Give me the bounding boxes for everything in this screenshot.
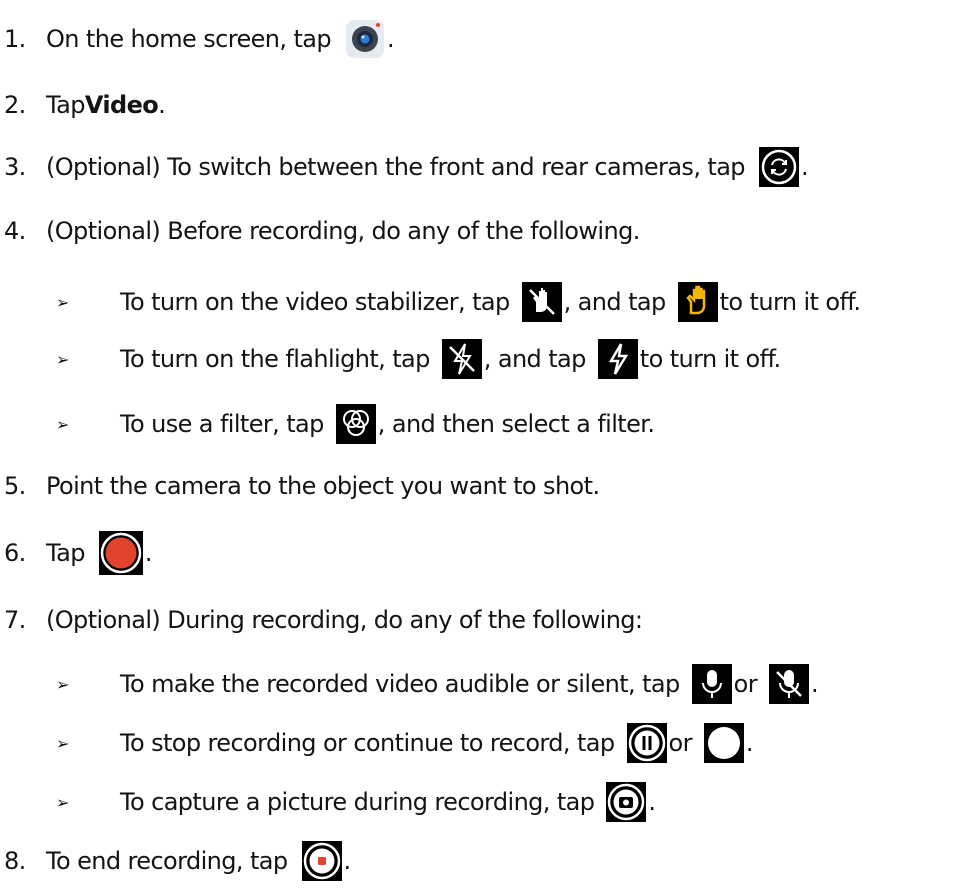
step-5: 5. Point the camera to the object you wa… (0, 461, 600, 511)
step-text: (Optional) To switch between the front a… (46, 153, 746, 181)
bullet-text-end: to turn it off. (639, 345, 781, 373)
step-text: Tap (46, 91, 85, 119)
step-number: 8. (4, 847, 26, 875)
bullet-marker: ➢ (56, 414, 69, 434)
step-7: 7. (Optional) During recording, do any o… (0, 595, 643, 645)
bullet-text: To turn on the video stabilizer, tap (120, 288, 510, 316)
step-4-bullet-3: ➢ To use a filter, tap , and then select… (46, 399, 655, 449)
microphone-muted-icon (769, 664, 810, 704)
bullet-text-mid: or (733, 670, 758, 698)
bullet-marker: ➢ (56, 733, 69, 753)
step-6: 6. Tap . (0, 528, 152, 578)
video-label: Video (84, 91, 159, 119)
bullet-text-end: . (745, 729, 754, 757)
step-4-bullet-1: ➢ To turn on the video stabilizer, tap ,… (46, 277, 861, 327)
step-text: (Optional) Before recording, do any of t… (46, 217, 640, 245)
bullet-text: To make the recorded video audible or si… (120, 670, 680, 698)
pause-icon (626, 723, 667, 763)
step-text-end: . (158, 91, 166, 119)
bullet-marker: ➢ (56, 349, 69, 369)
bullet-text: To stop recording or continue to record,… (120, 729, 615, 757)
step-text-end: . (800, 153, 809, 181)
bullet-text-mid: or (668, 729, 693, 757)
step-7-bullet-3: ➢ To capture a picture during recording,… (46, 777, 656, 827)
bullet-text-end: , and then select a filter. (377, 410, 655, 438)
step-3: 3. (Optional) To switch between the fron… (0, 142, 809, 192)
step-4: 4. (Optional) Before recording, do any o… (0, 206, 640, 256)
switch-camera-icon (758, 147, 799, 187)
step-7-bullet-2: ➢ To stop recording or continue to recor… (46, 718, 754, 768)
stabilizer-on-icon (677, 282, 718, 322)
flashlight-off-icon (441, 339, 482, 379)
filter-icon (335, 404, 376, 444)
bullet-marker: ➢ (56, 792, 69, 812)
bullet-marker: ➢ (56, 292, 69, 312)
bullet-text-end: . (648, 788, 656, 816)
camera-app-icon (345, 19, 385, 59)
step-number: 3. (4, 153, 26, 181)
step-number: 4. (4, 217, 26, 245)
step-1: 1. On the home screen, tap . (0, 14, 395, 64)
record-button-icon (98, 531, 143, 575)
flashlight-on-icon (597, 339, 638, 379)
step-number: 6. (4, 539, 26, 567)
step-number: 7. (4, 606, 26, 634)
step-text: Point the camera to the object you want … (46, 472, 600, 500)
bullet-text-mid: , and tap (563, 288, 667, 316)
step-text-end: . (387, 25, 395, 53)
stop-record-icon (301, 841, 342, 881)
step-number: 2. (4, 91, 26, 119)
step-7-bullet-1: ➢ To make the recorded video audible or … (46, 659, 819, 709)
bullet-text: To turn on the flahlight, tap (120, 345, 430, 373)
bullet-text-end: . (811, 670, 819, 698)
bullet-text-mid: , and tap (483, 345, 587, 373)
microphone-icon (691, 664, 732, 704)
step-text: To end recording, tap (46, 847, 288, 875)
stabilizer-off-icon (521, 282, 562, 322)
step-text-end: . (144, 539, 153, 567)
step-2: 2. Tap Video . (0, 80, 166, 130)
step-4-bullet-2: ➢ To turn on the flahlight, tap , and ta… (46, 334, 781, 384)
bullet-text: To use a filter, tap (120, 410, 324, 438)
bullet-text: To capture a picture during recording, t… (120, 788, 595, 816)
bullet-text-end: to turn it off. (719, 288, 861, 316)
step-text-end: . (343, 847, 352, 875)
step-text: On the home screen, tap (46, 25, 332, 53)
step-8: 8. To end recording, tap . (0, 836, 351, 886)
step-text: Tap (46, 539, 85, 567)
step-text: (Optional) During recording, do any of t… (46, 606, 643, 634)
step-number: 5. (4, 472, 26, 500)
resume-icon (703, 723, 744, 763)
bullet-marker: ➢ (56, 674, 69, 694)
step-number: 1. (4, 25, 26, 53)
snapshot-icon (606, 782, 647, 822)
